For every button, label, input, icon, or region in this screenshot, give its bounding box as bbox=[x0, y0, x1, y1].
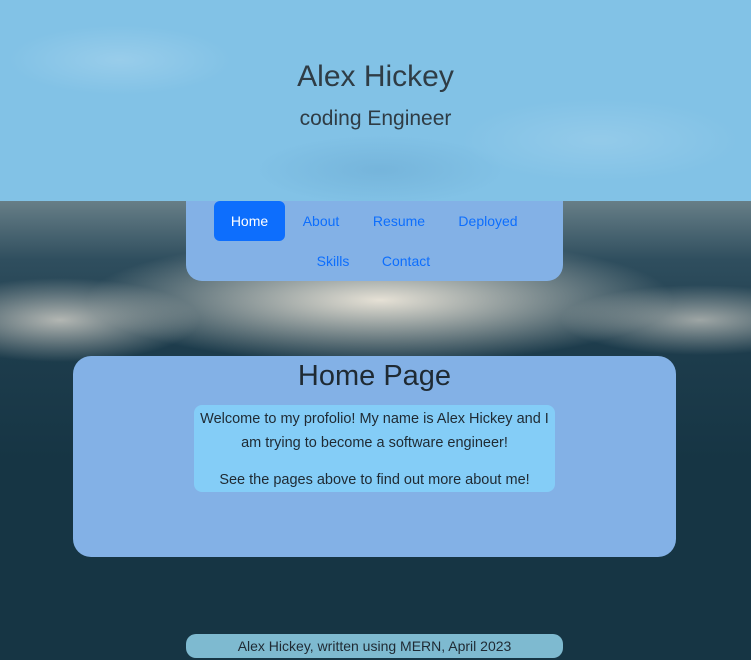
home-page-card: Home Page Welcome to my profolio! My nam… bbox=[73, 356, 676, 557]
nav-link-deployed[interactable]: Deployed bbox=[446, 201, 530, 241]
nav-link-home[interactable]: Home bbox=[214, 201, 285, 241]
nav-link-skills[interactable]: Skills bbox=[308, 241, 358, 281]
page-header: Alex Hickey coding Engineer bbox=[0, 0, 751, 201]
nav-link-contact[interactable]: Contact bbox=[372, 241, 440, 281]
page-title: Home Page bbox=[297, 360, 452, 392]
nav-link-resume[interactable]: Resume bbox=[362, 201, 436, 241]
main-nav: Home About Resume Deployed Skills Contac… bbox=[186, 201, 563, 281]
welcome-text: Welcome to my profolio! My name is Alex … bbox=[200, 411, 549, 451]
nav-link-about[interactable]: About bbox=[290, 201, 352, 241]
site-tagline: coding Engineer bbox=[299, 107, 452, 130]
site-title: Alex Hickey bbox=[297, 60, 454, 93]
welcome-box: Welcome to my profolio! My name is Alex … bbox=[194, 405, 555, 492]
page-footer: Alex Hickey, written using MERN, April 2… bbox=[186, 634, 563, 658]
pages-hint-text: See the pages above to find out more abo… bbox=[219, 472, 530, 488]
